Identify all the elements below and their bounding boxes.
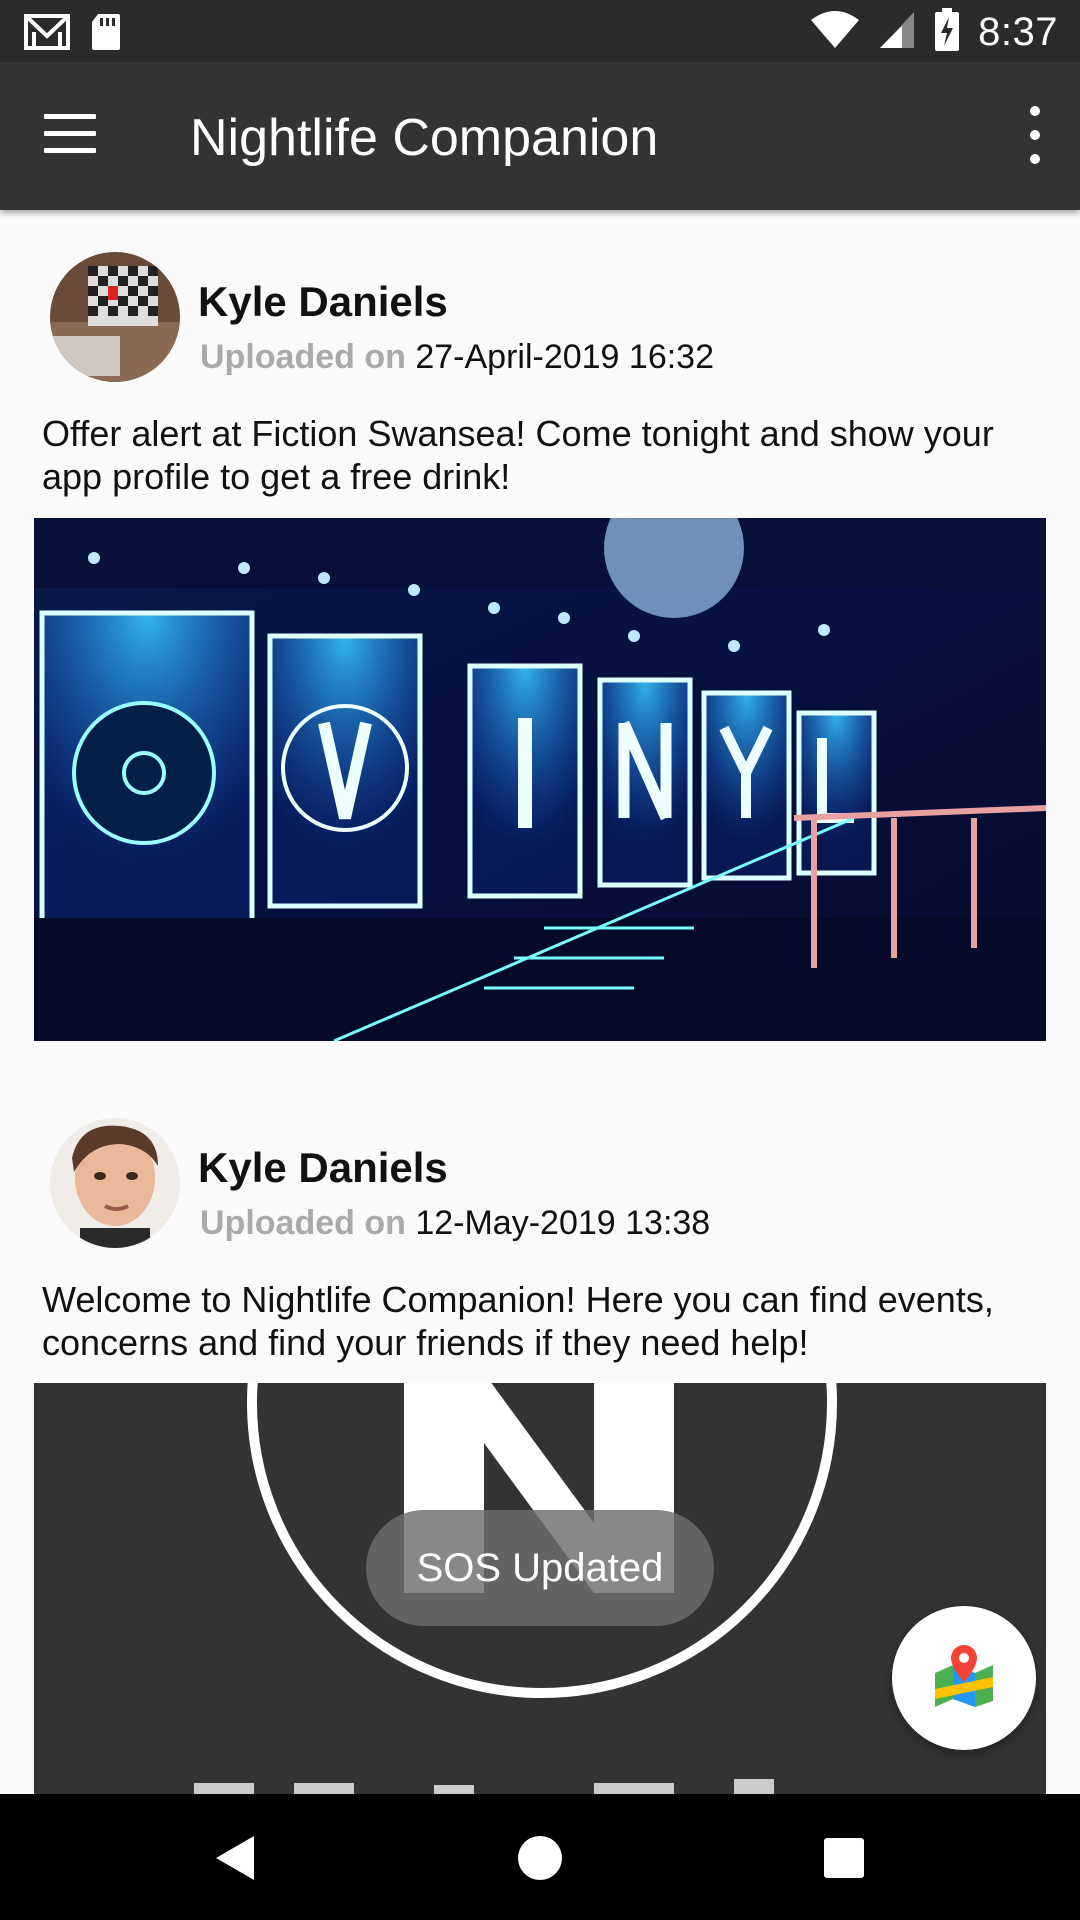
upload-info: Uploaded on 12-May-2019 13:38 <box>200 1204 710 1243</box>
back-icon[interactable] <box>206 1828 266 1888</box>
maps-pin-icon <box>931 1643 997 1714</box>
app-bar: Nightlife Companion <box>0 62 1080 210</box>
clock-time: 8:37 <box>978 10 1058 54</box>
more-vert-icon[interactable] <box>1022 106 1050 166</box>
post-header: Kyle Daniels Uploaded on 27-April-2019 1… <box>0 252 1080 392</box>
post-header: Kyle Daniels Uploaded on 12-May-2019 13:… <box>0 1118 1080 1258</box>
upload-date: 27-April-2019 16:32 <box>415 338 714 376</box>
avatar[interactable] <box>50 252 180 382</box>
navigation-bar <box>0 1794 1080 1920</box>
uploaded-label: Uploaded on <box>200 338 406 376</box>
battery-charging-icon <box>934 8 960 57</box>
sd-card-icon <box>90 12 122 57</box>
author-name[interactable]: Kyle Daniels <box>198 1144 448 1192</box>
recents-icon[interactable] <box>814 1828 874 1888</box>
avatar[interactable] <box>50 1118 180 1248</box>
post-text: Offer alert at Fiction Swansea! Come ton… <box>42 413 994 497</box>
wifi-icon <box>810 10 860 55</box>
post-image[interactable] <box>34 518 1046 1041</box>
home-icon[interactable] <box>510 1828 570 1888</box>
gmail-icon <box>24 12 70 57</box>
hamburger-menu-icon[interactable] <box>44 114 100 158</box>
status-bar: 8:37 <box>0 0 1080 62</box>
cell-signal-icon <box>878 10 916 55</box>
map-fab-button[interactable] <box>892 1606 1036 1750</box>
uploaded-label: Uploaded on <box>200 1204 406 1242</box>
app-title: Nightlife Companion <box>190 109 659 167</box>
author-name[interactable]: Kyle Daniels <box>198 278 448 326</box>
upload-date: 12-May-2019 13:38 <box>415 1204 711 1242</box>
toast-message: SOS Updated <box>366 1510 714 1626</box>
post-text: Welcome to Nightlife Companion! Here you… <box>42 1279 994 1363</box>
upload-info: Uploaded on 27-April-2019 16:32 <box>200 338 714 377</box>
